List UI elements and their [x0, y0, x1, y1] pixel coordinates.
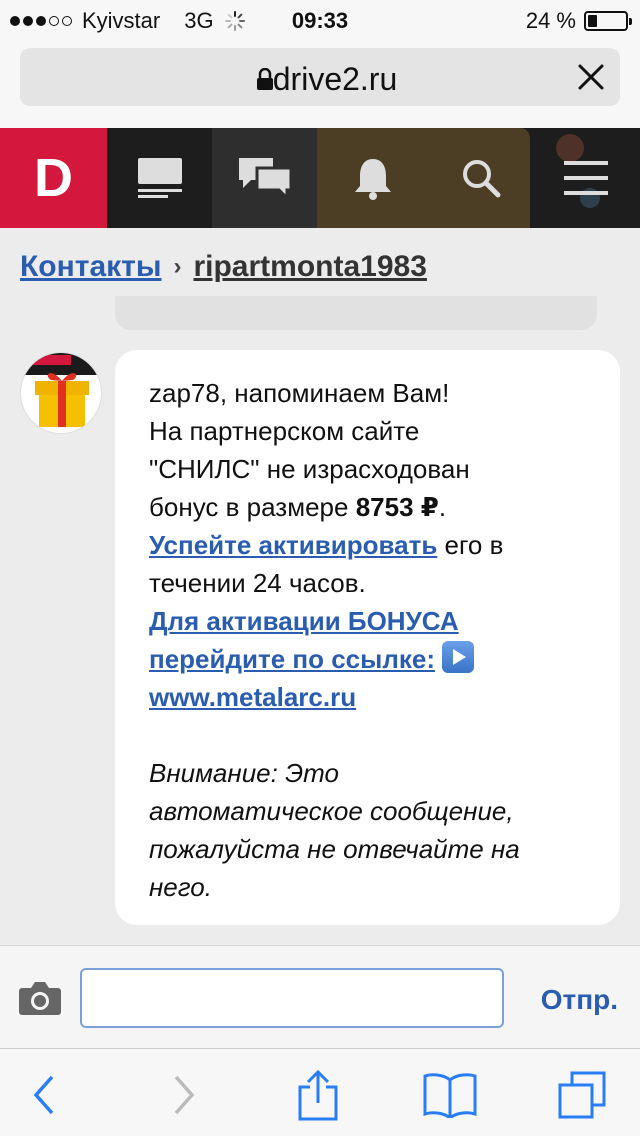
message-input[interactable] — [80, 968, 504, 1028]
battery-icon — [584, 11, 632, 31]
play-button-icon — [442, 641, 475, 673]
browser-toolbar — [0, 1048, 640, 1136]
tabs-icon — [558, 1071, 606, 1119]
compose-bar: Отпр. — [0, 945, 640, 1048]
auto-message-notice: Внимание: Это автоматическое сообщение, … — [149, 758, 520, 902]
breadcrumb-user-link[interactable]: ripartmonta1983 — [193, 250, 426, 284]
gift-icon — [21, 353, 101, 427]
nav-menu-button[interactable] — [533, 128, 638, 228]
feed-icon — [137, 158, 182, 198]
nav-feed-button[interactable] — [107, 128, 212, 228]
bonus-link-line2[interactable]: перейдите по ссылке: — [149, 644, 435, 674]
bookmarks-icon — [423, 1073, 477, 1118]
bell-icon — [354, 159, 391, 200]
bonus-amount: 8753 ₽ — [355, 492, 439, 522]
url-host: drive2.ru — [272, 61, 398, 97]
address-bar[interactable]: drive2.ru — [20, 48, 620, 106]
back-button[interactable] — [16, 1067, 72, 1123]
nav-notifications-button[interactable] — [320, 128, 425, 228]
nav-messages-button[interactable] — [212, 128, 317, 228]
share-icon — [298, 1069, 338, 1121]
avatar[interactable] — [20, 352, 102, 434]
browser-address-area: drive2.ru — [0, 40, 640, 128]
bookmarks-button[interactable] — [422, 1067, 478, 1123]
battery-fill — [588, 15, 597, 27]
network-type: 3G — [184, 8, 214, 33]
forward-icon — [174, 1075, 195, 1115]
site-url-link[interactable]: www.metalarc.ru — [149, 682, 356, 712]
status-bar: Kyivstar 3G 09:33 24 % — [0, 0, 640, 40]
menu-icon — [563, 161, 608, 195]
signal-strength-icon — [10, 16, 72, 26]
breadcrumb-contacts-link[interactable]: Контакты — [20, 250, 161, 284]
nav-search-button[interactable] — [428, 128, 533, 228]
activate-link[interactable]: Успейте активировать — [149, 530, 437, 560]
chat-icon — [238, 158, 292, 200]
battery-percent: 24 % — [525, 8, 576, 33]
previous-message-bubble — [115, 296, 597, 330]
camera-icon[interactable] — [18, 980, 62, 1016]
message-bubble: zap78, напоминаем Вам! На партнерском са… — [115, 350, 620, 925]
breadcrumb: Контакты › ripartmonta1983 — [20, 250, 427, 284]
forward-button[interactable] — [156, 1067, 212, 1123]
message-text: zap78, напоминаем Вам! На партнерском са… — [149, 378, 504, 712]
tabs-button[interactable] — [554, 1067, 610, 1123]
site-navigation: D — [0, 128, 640, 228]
share-button[interactable] — [290, 1067, 346, 1123]
search-icon — [462, 160, 500, 198]
carrier-name: Kyivstar — [82, 8, 161, 33]
bonus-link-line1[interactable]: Для активации БОНУСА — [149, 606, 459, 636]
close-icon[interactable] — [576, 62, 606, 92]
breadcrumb-separator: › — [173, 253, 182, 280]
back-icon — [33, 1075, 54, 1115]
site-logo[interactable]: D — [0, 128, 107, 228]
send-button[interactable]: Отпр. — [541, 984, 618, 1016]
activity-spinner-icon — [224, 10, 246, 32]
